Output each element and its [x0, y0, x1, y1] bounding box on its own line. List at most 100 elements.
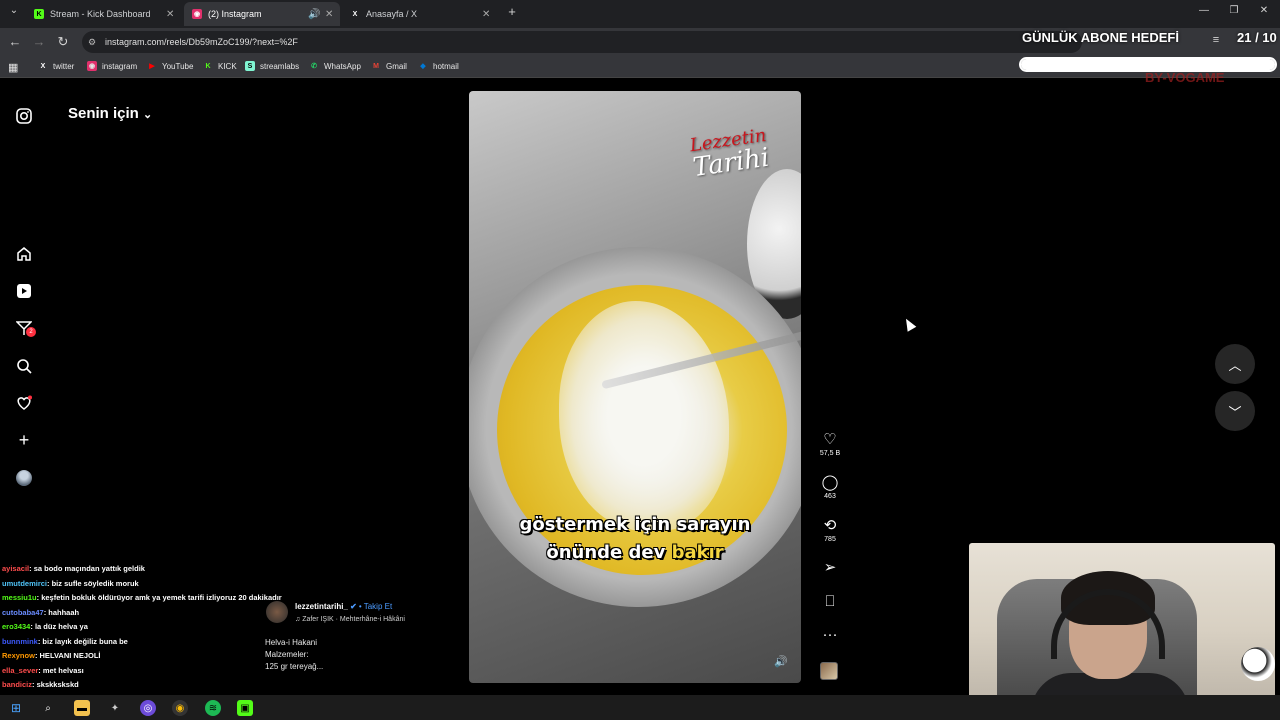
chat-username: umutdemirci: [2, 578, 48, 588]
chat-message: bunnmink: biz layık değiliz buna be: [2, 635, 292, 650]
audio-thumbnail[interactable]: [820, 662, 838, 680]
tab-search-icon[interactable]: ⌄: [6, 5, 22, 16]
bookmark-icon: ⎕: [825, 593, 835, 610]
feed-title-label: Senin için: [68, 105, 139, 122]
file-explorer-icon[interactable]: ▬: [74, 700, 90, 716]
chat-text: : hahhaah: [43, 607, 80, 617]
notification-badge: 2: [26, 327, 36, 337]
tab-instagram[interactable]: ◉ (2) Instagram 🔊 ✕: [184, 2, 340, 26]
bookmark-twitter[interactable]: Xtwitter: [38, 61, 75, 71]
like-button[interactable]: ♡ 57,5 B: [812, 430, 848, 457]
brand-watermark: BY-VOGAME: [1145, 70, 1225, 85]
bookmark-youtube[interactable]: ▶ YouTube: [147, 61, 193, 71]
bookmark-label: hotmail: [433, 61, 459, 71]
channel-watermark-logo: Lezzetin Tarihi: [688, 122, 772, 183]
search-icon[interactable]: [14, 356, 34, 376]
tab-kick-dashboard[interactable]: K Stream - Kick Dashboard ✕: [26, 2, 182, 26]
minimize-button[interactable]: —: [1196, 5, 1212, 16]
bookmark-label: instagram: [102, 61, 138, 71]
chat-username: Rexynow: [2, 651, 35, 660]
chat-text: : biz sufle söyledik moruk: [47, 578, 139, 588]
instagram-logo-icon[interactable]: [14, 106, 34, 126]
instagram-icon: ◉: [87, 61, 97, 71]
previous-reel-button[interactable]: ︿: [1215, 344, 1255, 384]
site-info-icon[interactable]: ⚙: [88, 31, 96, 53]
comment-button[interactable]: ◯ 463: [812, 473, 848, 500]
reel-video[interactable]: Lezzetin Tarihi göstermek için sarayın ö…: [469, 91, 801, 683]
save-button[interactable]: ⎕: [812, 593, 848, 611]
share-button[interactable]: ➢: [812, 558, 848, 576]
reels-icon[interactable]: [14, 281, 34, 301]
apps-grid-icon[interactable]: ▦: [8, 61, 18, 74]
chat-message: Rexynow: HELVANI NEJOLİ: [2, 649, 292, 664]
back-button[interactable]: ←: [7, 34, 23, 49]
next-reel-button[interactable]: ﹀: [1215, 391, 1255, 431]
feed-title[interactable]: Senin için ⌄: [68, 105, 152, 122]
chat-text: : la düz helva ya: [30, 622, 88, 631]
more-button[interactable]: ···: [812, 626, 848, 644]
window-close-button[interactable]: ✕: [1256, 5, 1272, 16]
sub-goal-title: GÜNLÜK ABONE HEDEFİ: [1022, 30, 1179, 45]
taskbar: ⊞ ⌕ ▬ ✦ ◎ ◉ ≋ ▣: [0, 695, 1280, 720]
subtitle-line2: önünde dev: [546, 542, 672, 563]
maximize-button[interactable]: ❐: [1226, 5, 1242, 16]
bookmark-hotmail[interactable]: ◆ hotmail: [418, 61, 459, 71]
url-text: instagram.com/reels/Db59mZoC199/?next=%2…: [105, 37, 298, 47]
tab-x[interactable]: X Anasayfa / X ✕: [342, 2, 498, 26]
windows-start-icon[interactable]: ⊞: [8, 700, 24, 716]
app-icon[interactable]: ✦: [107, 700, 123, 716]
plus-icon[interactable]: +: [14, 430, 34, 450]
author-username[interactable]: lezzetintarihi_: [295, 602, 348, 611]
chat-username: bandiciz: [2, 680, 33, 689]
bookmark-kick[interactable]: K KICK: [203, 61, 236, 71]
chat-text: : skskkskskd: [32, 680, 79, 689]
heart-icon[interactable]: [14, 393, 34, 413]
url-input[interactable]: ⚙ instagram.com/reels/Db59mZoC199/?next=…: [82, 31, 1082, 53]
close-icon[interactable]: ✕: [166, 9, 174, 20]
chat-message: messiu1u: keşfetin bokluk öldürüyor amk …: [2, 591, 292, 606]
new-tab-button[interactable]: +: [504, 4, 520, 19]
search-icon[interactable]: ⌕: [40, 700, 56, 716]
chat-text: : biz layık değiliz buna be: [37, 636, 128, 646]
browser-tab-bar: ⌄ K Stream - Kick Dashboard ✕ ◉ (2) Inst…: [0, 0, 1280, 28]
media-control-icon[interactable]: ≡: [1208, 34, 1224, 46]
chat-message: bandiciz: skskkskskd: [2, 678, 292, 693]
comment-icon: ◯: [821, 474, 839, 491]
chat-text: : met helvası: [38, 665, 84, 675]
streamlabs-icon[interactable]: ▣: [237, 700, 253, 716]
close-icon[interactable]: ✕: [482, 9, 490, 20]
heart-icon: ♡: [823, 431, 837, 448]
more-icon: ···: [822, 626, 838, 643]
bookmark-label: Gmail: [386, 61, 407, 71]
football-image: [1241, 647, 1275, 681]
follow-button[interactable]: • Takip Et: [359, 602, 392, 611]
x-icon: X: [352, 10, 358, 18]
forward-button[interactable]: →: [31, 34, 47, 49]
bookmark-gmail[interactable]: M Gmail: [371, 61, 407, 71]
chat-message: cutobaba47: hahhaah: [2, 606, 292, 621]
subtitle-highlight: bakır: [671, 542, 724, 563]
volume-icon[interactable]: 🔊: [774, 655, 788, 668]
bookmark-label: WhatsApp: [324, 61, 361, 71]
profile-avatar[interactable]: [14, 468, 34, 488]
app-icon[interactable]: ◎: [140, 700, 156, 716]
bookmark-whatsapp[interactable]: ✆ WhatsApp: [309, 61, 361, 71]
home-icon[interactable]: [14, 244, 34, 264]
chat-message: ero3434: la düz helva ya: [2, 620, 292, 635]
speaker-icon[interactable]: 🔊: [308, 9, 320, 20]
kick-icon: K: [205, 62, 211, 70]
close-icon[interactable]: ✕: [325, 9, 333, 20]
tab-label: (2) Instagram: [208, 9, 262, 19]
bookmark-streamlabs[interactable]: Sstreamlabs: [245, 61, 299, 71]
chrome-icon[interactable]: ◉: [172, 700, 188, 716]
music-track[interactable]: ♫ Zafer IŞIK · Mehterhâne-i Hâkâni: [295, 616, 405, 623]
bookmark-label: twitter: [53, 61, 75, 71]
bookmark-instagram[interactable]: ◉ instagram: [87, 61, 137, 71]
reload-button[interactable]: ↻: [55, 34, 71, 50]
webcam-feed: [969, 543, 1275, 717]
spotify-icon[interactable]: ≋: [205, 700, 221, 716]
avatar: [16, 470, 32, 486]
messages-icon[interactable]: 2: [14, 318, 36, 338]
streamlabs-icon: S: [245, 61, 255, 71]
repost-button[interactable]: ⟲ 785: [812, 516, 848, 543]
